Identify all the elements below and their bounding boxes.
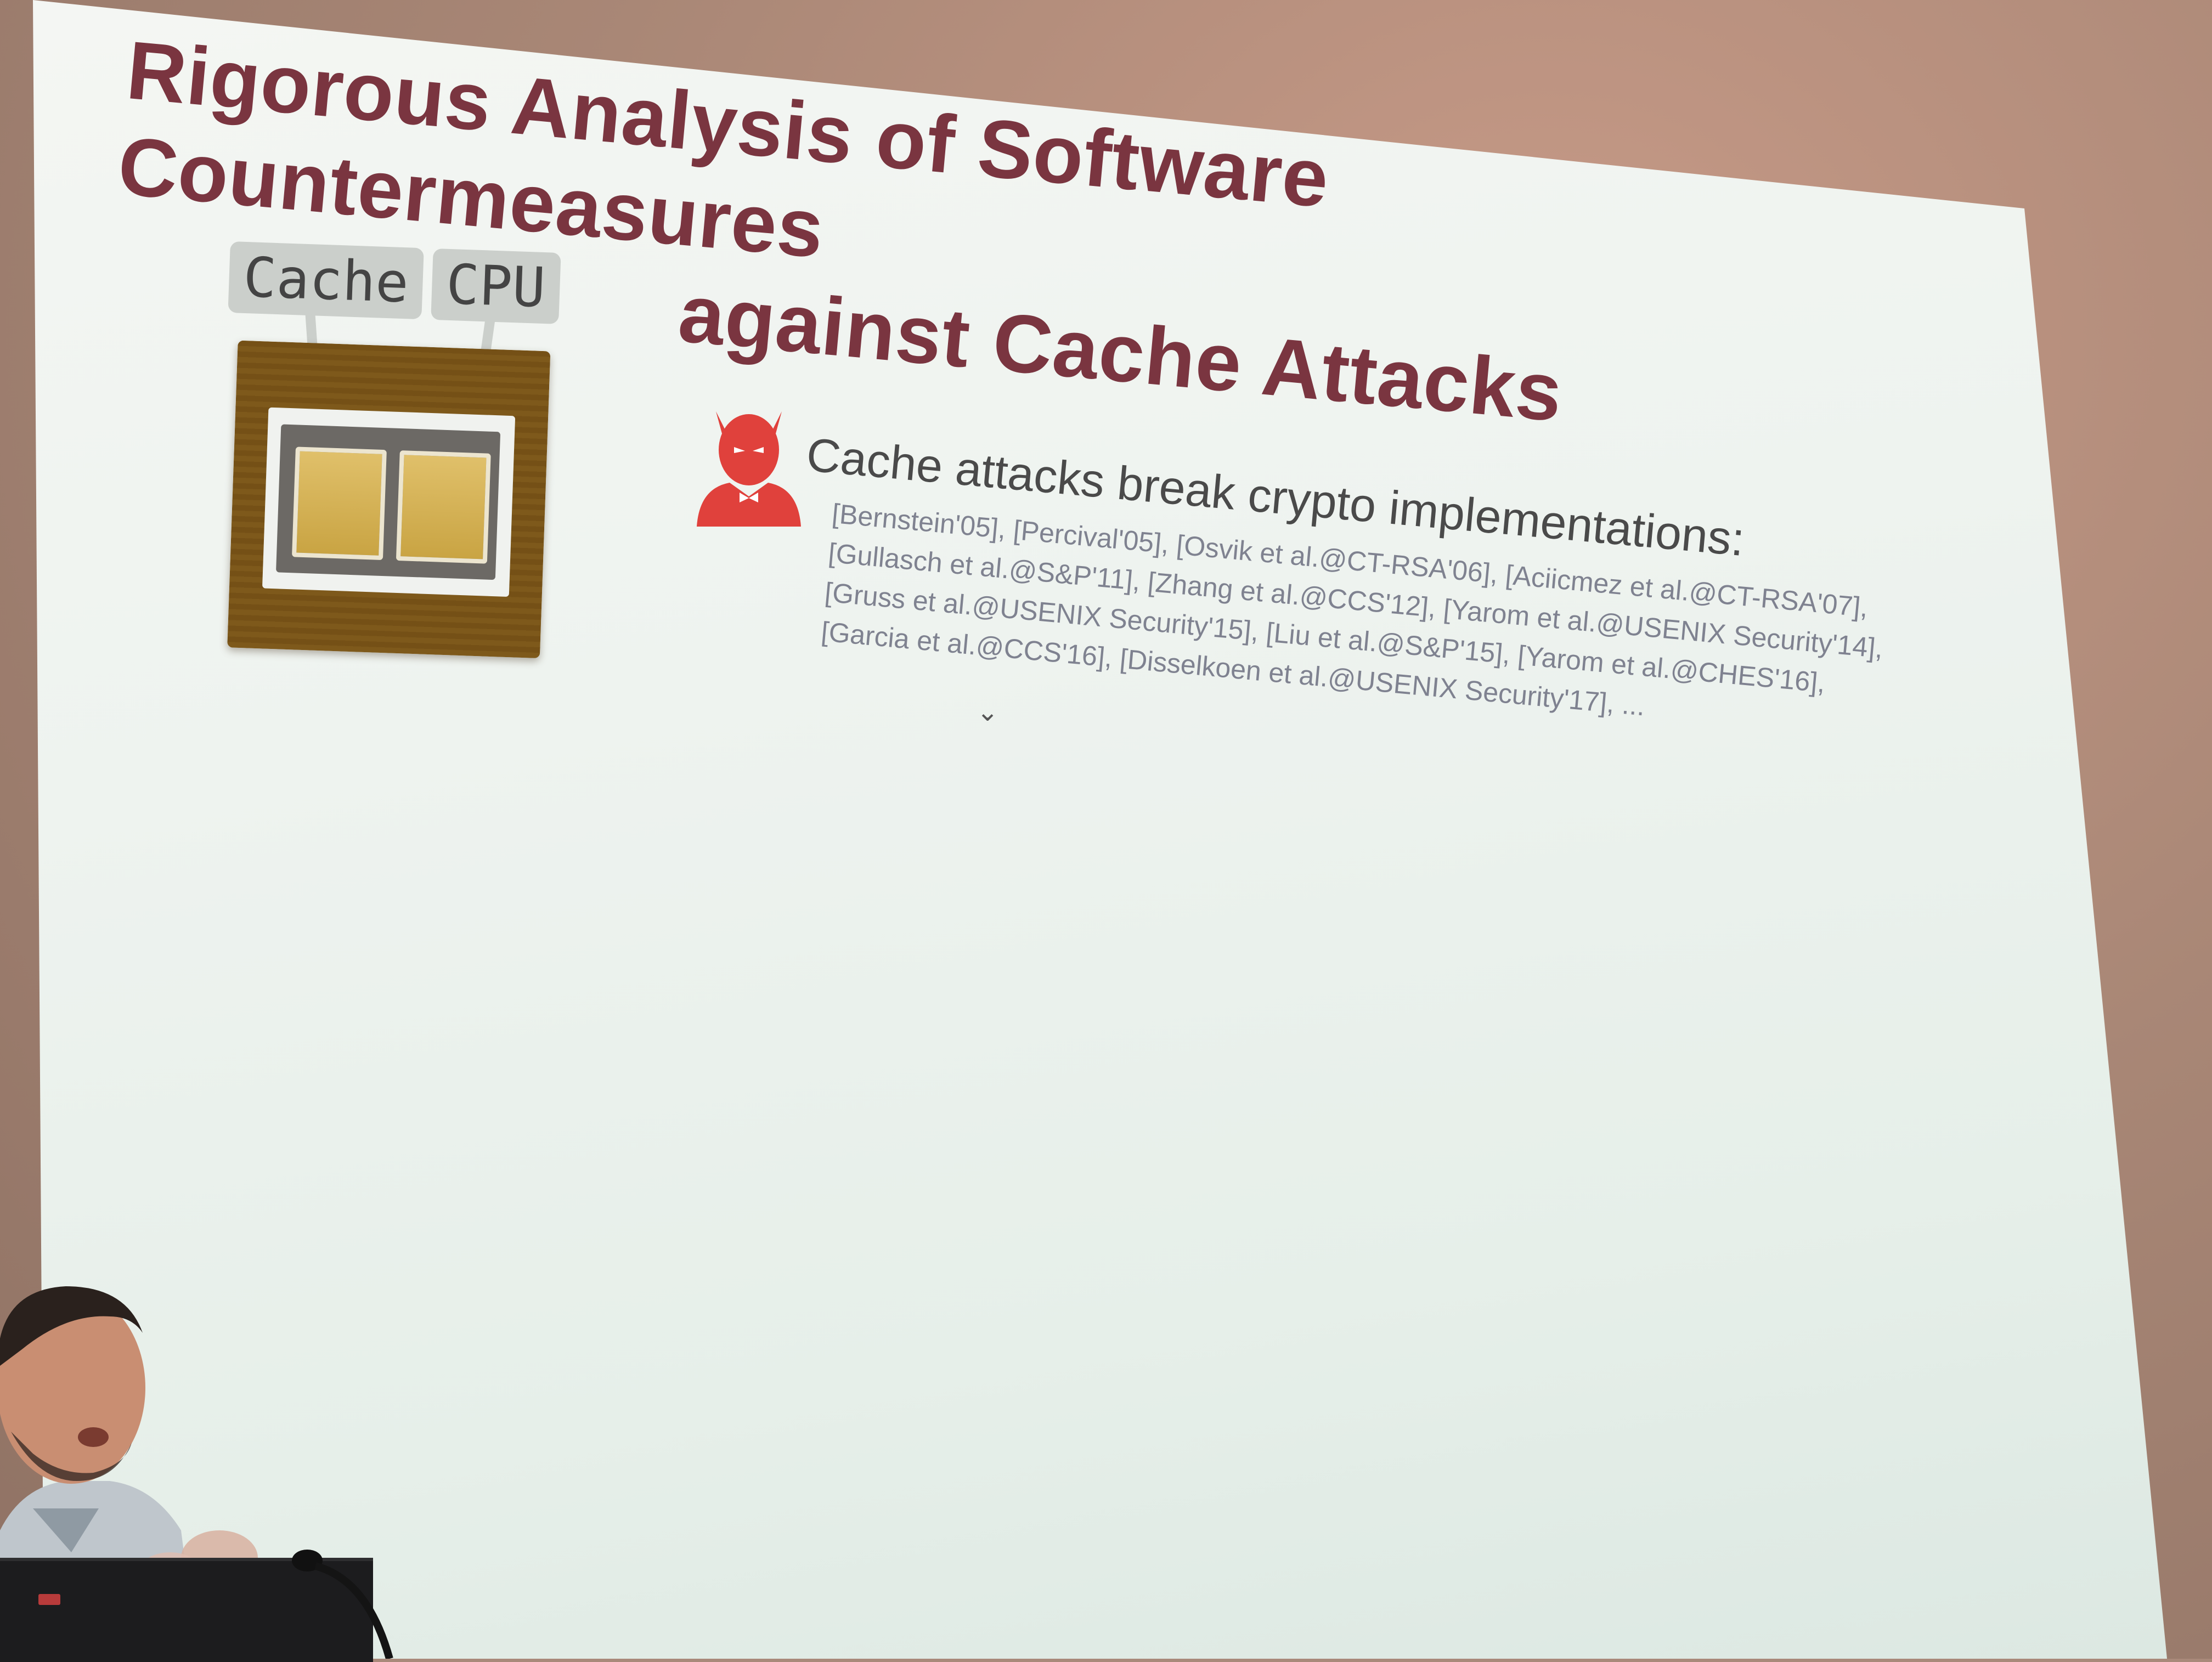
projection-screen: Rigorous Analysis of Software Countermea… <box>33 0 2167 1659</box>
chip-board <box>227 340 551 659</box>
chip-package <box>262 407 516 597</box>
cpu-label: CPU <box>431 248 561 324</box>
cpu-chip-icon: Cache CPU <box>216 241 570 670</box>
cache-label: Cache <box>228 241 424 320</box>
slide: Rigorous Analysis of Software Countermea… <box>33 0 2167 1659</box>
mouse-cursor-icon: ⌄ <box>977 698 999 727</box>
cpu-core <box>396 450 491 564</box>
laptop-logo-icon <box>38 1594 60 1605</box>
devil-icon <box>697 411 801 527</box>
cache-core <box>291 446 387 561</box>
chip-die <box>275 424 501 580</box>
microphone-icon <box>292 1550 393 1659</box>
